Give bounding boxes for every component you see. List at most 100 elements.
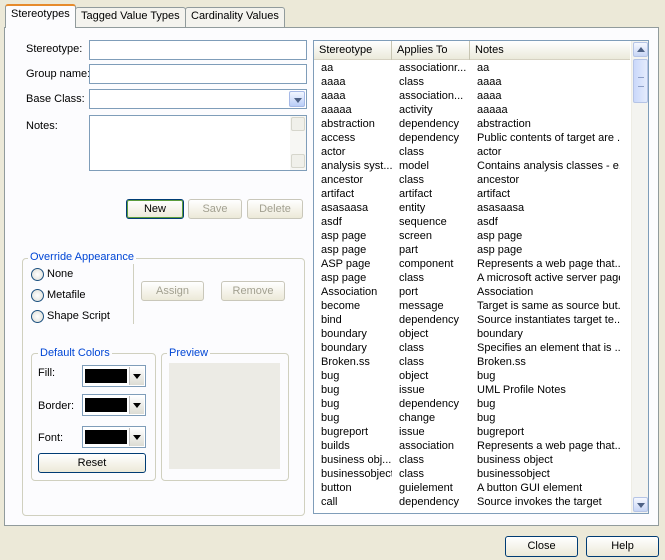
table-row[interactable]: aaaa association... aaaa (314, 89, 630, 103)
scroll-up-icon[interactable] (633, 42, 648, 57)
radio-shape-script[interactable] (31, 310, 44, 323)
cell-applies-to: association (399, 440, 455, 452)
cell-stereotype: asdf (321, 216, 342, 228)
preview-area (169, 363, 280, 469)
cell-applies-to: artifact (399, 188, 433, 200)
scroll-thumb[interactable] (633, 59, 648, 103)
table-row[interactable]: boundary object boundary (314, 327, 630, 341)
tab-label: Cardinality Values (191, 10, 279, 22)
table-row[interactable]: asp page part asp page (314, 243, 630, 257)
cell-stereotype: aaaaa (321, 104, 352, 116)
group-name-label: Group name: (26, 68, 91, 80)
table-row[interactable]: button guielement A button GUI element (314, 481, 630, 495)
cell-notes: artifact (477, 188, 511, 200)
table-row[interactable]: abstraction dependency abstraction (314, 117, 630, 131)
chevron-down-icon[interactable] (129, 396, 144, 414)
radio-none[interactable] (31, 268, 44, 281)
table-row[interactable]: call dependency Source invokes the target (314, 495, 630, 509)
cell-stereotype: bug (321, 398, 340, 410)
table-row[interactable]: bug dependency bug (314, 397, 630, 411)
table-row[interactable]: asasaasa entity asasaasa (314, 201, 630, 215)
table-row[interactable]: Association port Association (314, 285, 630, 299)
cell-stereotype: builds (321, 440, 350, 452)
tab-cardinality-values[interactable]: Cardinality Values (185, 7, 285, 27)
notes-textarea[interactable] (89, 115, 307, 171)
preview-title: Preview (167, 347, 211, 359)
column-header-notes[interactable]: Notes (470, 41, 630, 60)
table-row[interactable]: bugreport issue bugreport (314, 425, 630, 439)
cell-stereotype: businessobject (321, 468, 392, 480)
cell-notes: Broken.ss (477, 356, 526, 368)
table-row[interactable]: access dependency Public contents of targe… (314, 131, 630, 145)
fill-color-picker[interactable] (82, 365, 146, 387)
reset-button[interactable]: Reset (38, 453, 146, 473)
cell-notes: Specifies an element that is ... (477, 342, 620, 354)
table-row[interactable]: aaaa class aaaa (314, 75, 630, 89)
scroll-down-icon[interactable] (291, 154, 305, 168)
table-row[interactable]: business obj... class business object (314, 453, 630, 467)
notes-label: Notes: (26, 120, 58, 132)
save-button[interactable]: Save (188, 199, 242, 219)
assign-button[interactable]: Assign (141, 281, 204, 301)
chevron-down-icon[interactable] (129, 367, 144, 385)
table-row[interactable]: builds association Represents a web page t… (314, 439, 630, 453)
chevron-down-icon[interactable] (129, 428, 144, 446)
cell-stereotype: Broken.ss (321, 356, 370, 368)
cell-applies-to: port (399, 286, 418, 298)
notes-scrollbar[interactable] (290, 116, 306, 170)
cell-stereotype: aaaa (321, 76, 346, 88)
border-color-picker[interactable] (82, 394, 146, 416)
stereotype-list[interactable]: Stereotype Applies To Notes aa associatio… (313, 40, 649, 514)
chevron-down-icon[interactable] (289, 91, 305, 107)
cell-applies-to: model (399, 160, 429, 172)
scroll-up-icon[interactable] (291, 117, 305, 131)
cell-stereotype: boundary (321, 342, 367, 354)
font-label: Font: (38, 432, 64, 444)
table-row[interactable]: ASP page component Represents a web page t… (314, 257, 630, 271)
table-row[interactable]: artifact artifact artifact (314, 187, 630, 201)
cell-stereotype: boundary (321, 328, 367, 340)
cell-stereotype: analysis syst... (321, 160, 392, 172)
table-row[interactable]: bug issue UML Profile Notes (314, 383, 630, 397)
tab-tagged-value-types[interactable]: Tagged Value Types (75, 7, 186, 27)
base-class-select[interactable] (89, 89, 307, 109)
table-row[interactable]: bind dependency Source instantiates target… (314, 313, 630, 327)
cell-applies-to: class (399, 272, 425, 284)
table-row[interactable]: asp page screen asp page (314, 229, 630, 243)
table-row[interactable]: asdf sequence asdf (314, 215, 630, 229)
table-row[interactable]: become message Target is same as source bu… (314, 299, 630, 313)
table-row[interactable]: businessobject class businessobject (314, 467, 630, 481)
table-row[interactable]: aa associationr... aa (314, 61, 630, 75)
cell-notes: asasaasa (477, 202, 525, 214)
remove-button[interactable]: Remove (221, 281, 285, 301)
delete-button[interactable]: Delete (247, 199, 303, 219)
help-button[interactable]: Help (586, 536, 659, 557)
column-header-stereotype[interactable]: Stereotype (314, 41, 392, 60)
radio-metafile[interactable] (31, 289, 44, 302)
stereotype-input[interactable] (89, 40, 307, 60)
cell-applies-to: class (399, 454, 425, 466)
cell-applies-to: sequence (399, 216, 447, 228)
table-row[interactable]: Broken.ss class Broken.ss (314, 355, 630, 369)
scroll-down-icon[interactable] (633, 497, 648, 512)
table-row[interactable]: analysis syst... model Contains analysis c… (314, 159, 630, 173)
cell-notes: Contains analysis classes - e... (477, 160, 620, 172)
table-row[interactable]: ancestor class ancestor (314, 173, 630, 187)
table-row[interactable]: asp page class A microsoft active server p… (314, 271, 630, 285)
table-row[interactable]: bug object bug (314, 369, 630, 383)
close-button[interactable]: Close (505, 536, 578, 557)
list-scrollbar[interactable] (631, 41, 648, 513)
cell-stereotype: bug (321, 412, 340, 424)
tab-stereotypes[interactable]: Stereotypes (5, 4, 76, 28)
stereotype-label: Stereotype: (26, 43, 83, 55)
group-name-input[interactable] (89, 64, 307, 84)
table-row[interactable]: bug change bug (314, 411, 630, 425)
new-button[interactable]: New (126, 199, 184, 219)
table-row[interactable]: boundary class Specifies an element that i… (314, 341, 630, 355)
border-label: Border: (38, 400, 75, 412)
column-header-applies-to[interactable]: Applies To (392, 41, 470, 60)
table-row[interactable]: aaaaa activity aaaaa (314, 103, 630, 117)
cell-notes: aa (477, 62, 490, 74)
font-color-picker[interactable] (82, 426, 146, 448)
table-row[interactable]: actor class actor (314, 145, 630, 159)
